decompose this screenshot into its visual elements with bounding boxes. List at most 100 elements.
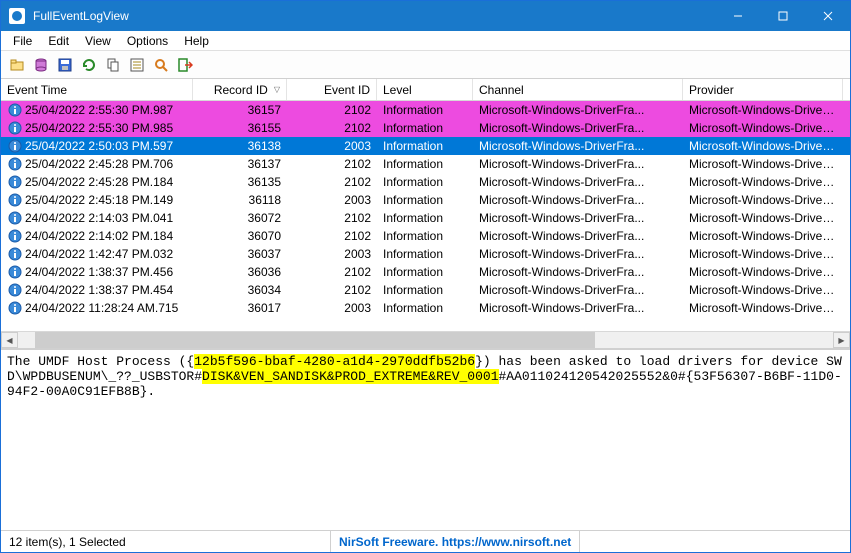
info-icon (7, 211, 23, 225)
cell-channel: Microsoft-Windows-DriverFra... (473, 138, 683, 154)
cell-event-time: 24/04/2022 1:38:37 PM.456 (25, 265, 173, 279)
info-icon (7, 247, 23, 261)
cell-record-id: 36135 (193, 174, 287, 190)
cell-provider: Microsoft-Windows-DriverFra... (683, 138, 843, 154)
scroll-left-button[interactable]: ◀ (1, 332, 18, 348)
info-icon (7, 283, 23, 297)
cell-record-id: 36138 (193, 138, 287, 154)
table-row[interactable]: 24/04/2022 1:38:37 PM.456360362102Inform… (1, 263, 850, 281)
cell-level: Information (377, 138, 473, 154)
window-controls (715, 1, 850, 31)
cell-level: Information (377, 228, 473, 244)
cell-channel: Microsoft-Windows-DriverFra... (473, 192, 683, 208)
copy-icon[interactable] (103, 55, 123, 75)
cell-provider: Microsoft-Windows-DriverFra... (683, 282, 843, 298)
menu-view[interactable]: View (77, 32, 119, 50)
cell-provider: Microsoft-Windows-DriverFra... (683, 120, 843, 136)
cell-record-id: 36034 (193, 282, 287, 298)
cell-event-id: 2102 (287, 264, 377, 280)
cell-record-id: 36137 (193, 156, 287, 172)
cell-provider: Microsoft-Windows-DriverFra... (683, 210, 843, 226)
close-button[interactable] (805, 1, 850, 31)
table-row[interactable]: 25/04/2022 2:45:28 PM.184361352102Inform… (1, 173, 850, 191)
cell-channel: Microsoft-Windows-DriverFra... (473, 210, 683, 226)
table-row[interactable]: 24/04/2022 2:14:02 PM.184360702102Inform… (1, 227, 850, 245)
cell-event-id: 2003 (287, 246, 377, 262)
column-level[interactable]: Level (377, 79, 473, 100)
info-icon (7, 139, 23, 153)
cell-channel: Microsoft-Windows-DriverFra... (473, 300, 683, 316)
cell-event-time: 24/04/2022 11:28:24 AM.715 (25, 301, 178, 315)
maximize-button[interactable] (760, 1, 805, 31)
status-item-count: 12 item(s), 1 Selected (1, 531, 331, 552)
statusbar: 12 item(s), 1 Selected NirSoft Freeware.… (1, 530, 850, 552)
cell-record-id: 36037 (193, 246, 287, 262)
scroll-thumb[interactable] (35, 332, 595, 348)
cell-provider: Microsoft-Windows-DriverFra... (683, 228, 843, 244)
find-icon[interactable] (151, 55, 171, 75)
table-row[interactable]: 24/04/2022 11:28:24 AM.715360172003Infor… (1, 299, 850, 317)
cell-record-id: 36157 (193, 102, 287, 118)
cell-event-id: 2102 (287, 120, 377, 136)
horizontal-scrollbar[interactable]: ◀ ▶ (1, 331, 850, 348)
menu-edit[interactable]: Edit (40, 32, 77, 50)
properties-icon[interactable] (127, 55, 147, 75)
cell-level: Information (377, 210, 473, 226)
table-row[interactable]: 24/04/2022 1:42:47 PM.032360372003Inform… (1, 245, 850, 263)
cell-provider: Microsoft-Windows-DriverFra... (683, 192, 843, 208)
table-row[interactable]: 25/04/2022 2:45:18 PM.149361182003Inform… (1, 191, 850, 209)
table-row[interactable]: 25/04/2022 2:55:30 PM.987361572102Inform… (1, 101, 850, 119)
cell-event-time: 25/04/2022 2:45:28 PM.184 (25, 175, 173, 189)
table-row[interactable]: 24/04/2022 2:14:03 PM.041360722102Inform… (1, 209, 850, 227)
cell-level: Information (377, 246, 473, 262)
column-event-id[interactable]: Event ID (287, 79, 377, 100)
cell-channel: Microsoft-Windows-DriverFra... (473, 246, 683, 262)
minimize-button[interactable] (715, 1, 760, 31)
cell-provider: Microsoft-Windows-DriverFra... (683, 246, 843, 262)
cell-event-time: 25/04/2022 2:55:30 PM.985 (25, 121, 173, 135)
cell-event-time: 25/04/2022 2:45:18 PM.149 (25, 193, 173, 207)
info-icon (7, 193, 23, 207)
refresh-icon[interactable] (79, 55, 99, 75)
cell-channel: Microsoft-Windows-DriverFra... (473, 120, 683, 136)
status-credit-link[interactable]: NirSoft Freeware. https://www.nirsoft.ne… (331, 531, 580, 552)
cell-provider: Microsoft-Windows-DriverFra... (683, 102, 843, 118)
cell-event-id: 2102 (287, 282, 377, 298)
titlebar[interactable]: FullEventLogView (1, 1, 850, 31)
cell-level: Information (377, 102, 473, 118)
cell-level: Information (377, 174, 473, 190)
cell-event-time: 24/04/2022 2:14:02 PM.184 (25, 229, 173, 243)
toolbar (1, 51, 850, 79)
cell-channel: Microsoft-Windows-DriverFra... (473, 174, 683, 190)
info-icon (7, 103, 23, 117)
cell-level: Information (377, 120, 473, 136)
column-channel[interactable]: Channel (473, 79, 683, 100)
table-row[interactable]: 25/04/2022 2:50:03 PM.597361382003Inform… (1, 137, 850, 155)
table-row[interactable]: 25/04/2022 2:55:30 PM.985361552102Inform… (1, 119, 850, 137)
column-provider[interactable]: Provider (683, 79, 843, 100)
table-row[interactable]: 25/04/2022 2:45:28 PM.706361372102Inform… (1, 155, 850, 173)
scroll-right-button[interactable]: ▶ (833, 332, 850, 348)
table-row[interactable]: 24/04/2022 1:38:37 PM.454360342102Inform… (1, 281, 850, 299)
app-icon (9, 8, 25, 24)
open-file-icon[interactable] (7, 55, 27, 75)
exit-icon[interactable] (175, 55, 195, 75)
data-source-icon[interactable] (31, 55, 51, 75)
save-icon[interactable] (55, 55, 75, 75)
detail-pane[interactable]: The UMDF Host Process ({12b5f596-bbaf-42… (1, 349, 850, 530)
grid-header: Event Time Record ID▽ Event ID Level Cha… (1, 79, 850, 101)
info-icon (7, 157, 23, 171)
menu-file[interactable]: File (5, 32, 40, 50)
column-event-time[interactable]: Event Time (1, 79, 193, 100)
info-icon (7, 175, 23, 189)
scroll-track[interactable] (18, 332, 833, 348)
cell-event-id: 2102 (287, 102, 377, 118)
window-title: FullEventLogView (33, 9, 715, 23)
menu-options[interactable]: Options (119, 32, 176, 50)
cell-provider: Microsoft-Windows-DriverFra... (683, 174, 843, 190)
column-record-id[interactable]: Record ID▽ (193, 79, 287, 100)
grid-body[interactable]: 25/04/2022 2:55:30 PM.987361572102Inform… (1, 101, 850, 331)
menu-help[interactable]: Help (176, 32, 217, 50)
cell-record-id: 36036 (193, 264, 287, 280)
cell-level: Information (377, 282, 473, 298)
